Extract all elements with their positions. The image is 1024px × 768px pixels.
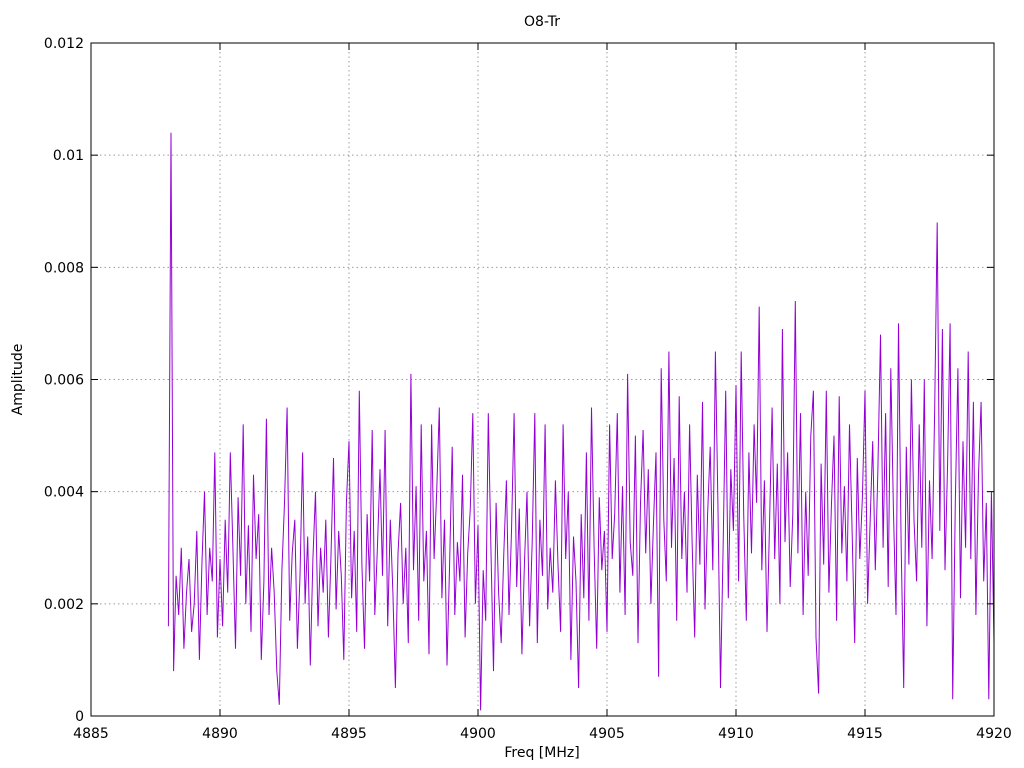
x-tick-label: 4905 [589,726,625,742]
signal-trace [167,132,995,711]
y-tick-label: 0.012 [44,36,84,52]
x-tick-label: 4910 [718,726,754,742]
x-tick-label: 4895 [331,726,367,742]
chart-title: O8-Tr [524,14,560,30]
x-tick-label: 4920 [976,726,1012,742]
y-tick-label: 0.01 [53,148,84,164]
y-tick-label: 0.002 [44,597,84,613]
x-tick-label: 4890 [202,726,238,742]
spectrum-chart: 4885 4890 4895 4900 4905 4910 4915 4920 0 0.002 0.… [10,14,1012,761]
y-tick-label: 0.006 [44,373,84,389]
x-axis-label: Freq [MHz] [504,745,579,761]
y-axis-label: Amplitude [10,344,26,416]
signal-trace-layer [167,132,995,711]
x-tick-label: 4900 [460,726,496,742]
y-tick-label: 0 [75,709,84,725]
plot-window: 4885 4890 4895 4900 4905 4910 4915 4920 0 0.002 0.… [0,0,1024,768]
y-tick-label: 0.008 [44,260,84,276]
y-tick-label: 0.004 [44,485,84,501]
gridlines [91,43,994,716]
tick-labels: 4885 4890 4895 4900 4905 4910 4915 4920 0 0.002 0.… [44,36,1012,742]
x-tick-label: 4915 [847,726,883,742]
x-tick-label: 4885 [73,726,109,742]
